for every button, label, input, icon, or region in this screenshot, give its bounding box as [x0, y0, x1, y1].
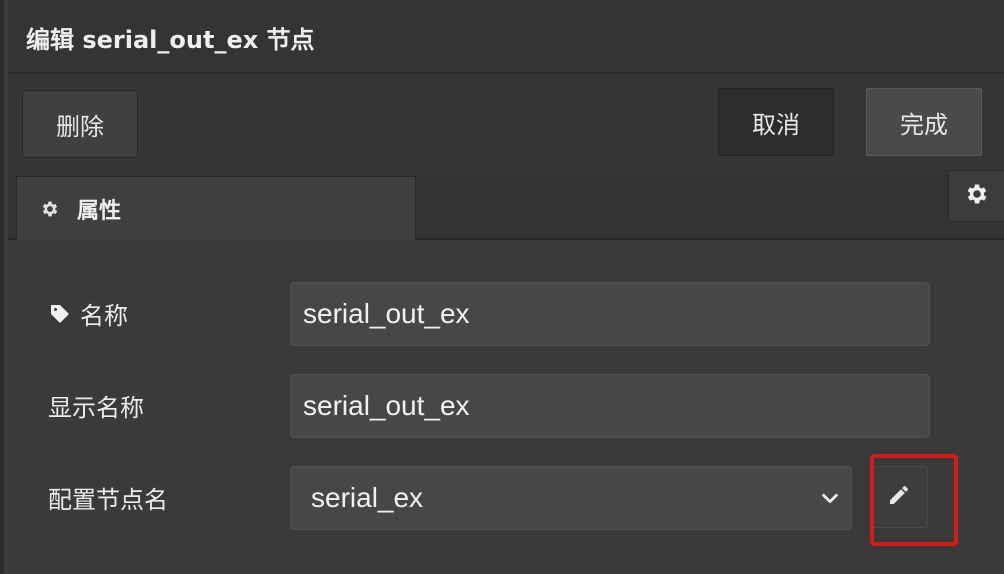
display-name-label: 显示名称 [48, 388, 144, 423]
tab-properties-label: 属性 [77, 198, 122, 224]
tab-properties[interactable]: 属性 [16, 176, 416, 240]
name-input[interactable] [290, 282, 930, 346]
config-node-select[interactable]: serial_ex [290, 466, 852, 530]
tray-title: 编辑 serial_out_ex 节点 [26, 26, 315, 54]
gear-icon [39, 198, 61, 220]
config-node-label-text: 配置节点名 [48, 486, 168, 514]
edit-node-tray: 编辑 serial_out_ex 节点 删除 取消 完成 属性 名称 seria… [0, 0, 1004, 574]
chevron-down-icon [819, 487, 841, 513]
name-label-text: 名称 [80, 302, 128, 330]
display-name-label-text: 显示名称 [48, 394, 144, 422]
gear-icon [964, 181, 990, 211]
edit-config-node-button[interactable] [870, 466, 928, 528]
tray-header: 编辑 serial_out_ex 节点 [8, 0, 1004, 74]
pencil-icon [887, 483, 911, 511]
name-label: 名称 [48, 296, 128, 331]
tray-settings-button[interactable] [948, 170, 1004, 222]
tag-icon [48, 302, 72, 326]
display-name-input[interactable] [290, 374, 930, 438]
properties-form: 名称 显示名称 配置节点名 serial_ex [8, 240, 1004, 574]
config-node-label: 配置节点名 [48, 480, 168, 515]
done-button[interactable]: 完成 [866, 88, 982, 156]
delete-button[interactable]: 删除 [22, 90, 138, 158]
tab-bar: 属性 [8, 170, 1004, 240]
config-node-selected-value: serial_ex [311, 482, 424, 513]
cancel-button[interactable]: 取消 [718, 88, 834, 156]
tray-toolbar: 删除 取消 完成 [8, 74, 1004, 170]
